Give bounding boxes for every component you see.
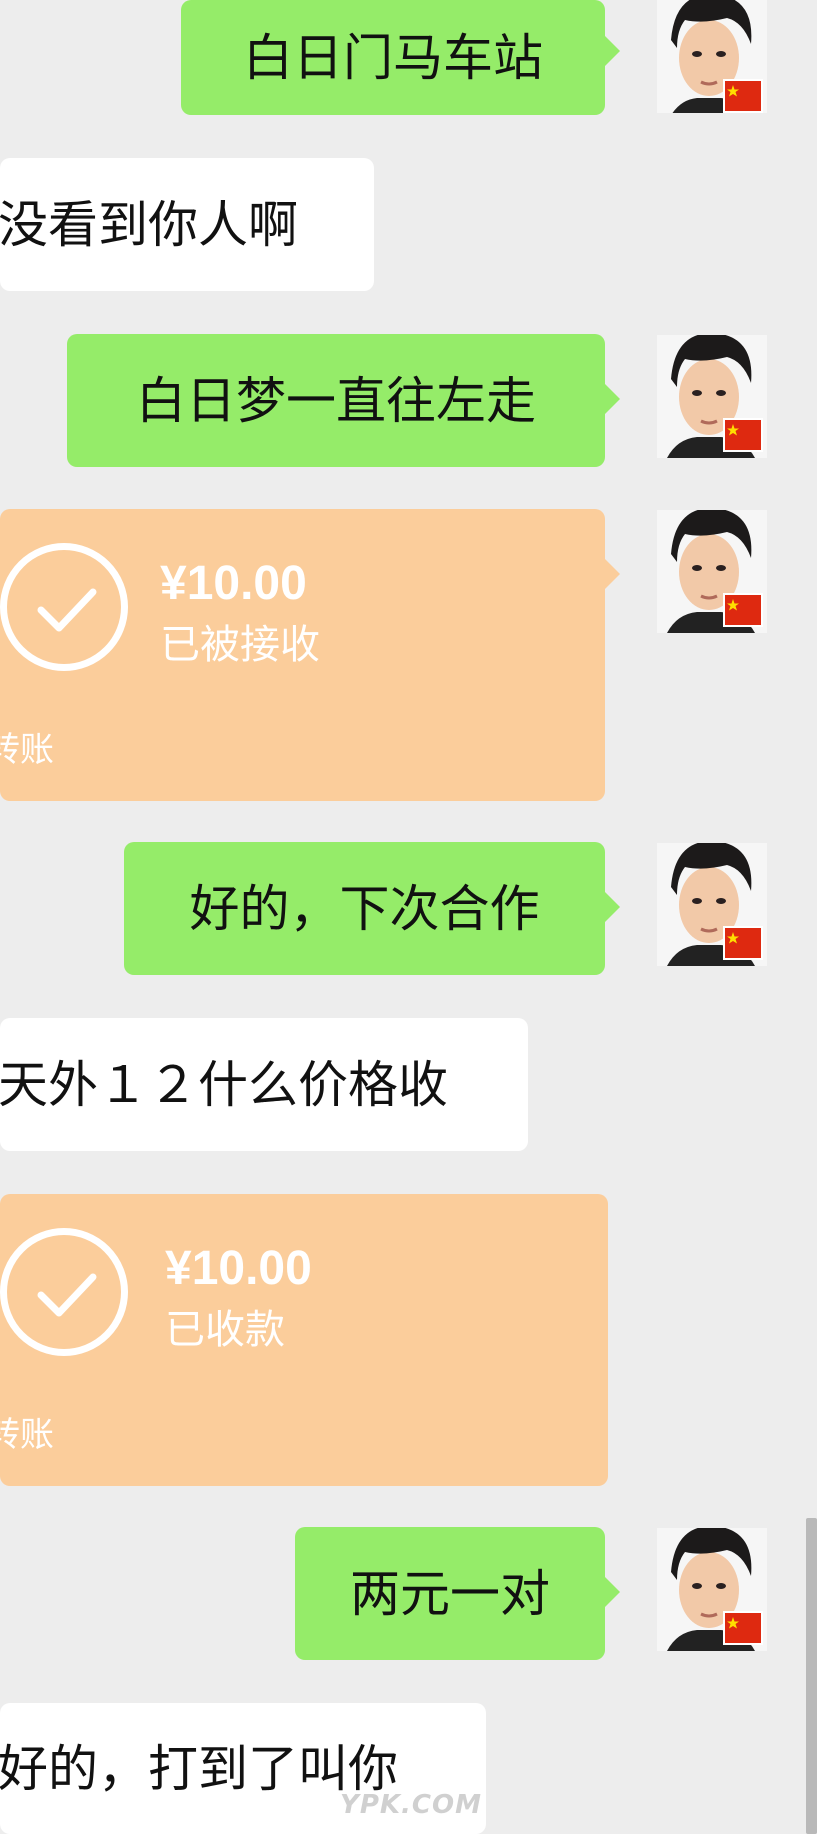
transfer-amount: ¥10.00 — [165, 1242, 312, 1295]
transfer-label: 转账 — [0, 730, 54, 770]
transfer-label: 转账 — [0, 1415, 54, 1455]
china-flag-icon — [723, 926, 763, 960]
china-flag-icon — [723, 1611, 763, 1645]
message-text: 白日门马车站 — [243, 28, 543, 87]
check-circle-icon — [0, 1228, 128, 1356]
sent-message-bubble[interactable]: 白日梦一直往左走 — [67, 334, 605, 467]
received-message-bubble[interactable]: 天外１２什么价格收 — [0, 1018, 528, 1151]
bubble-tail — [604, 891, 620, 923]
scrollbar-thumb[interactable] — [806, 1518, 817, 1834]
message-text: 两元一对 — [350, 1564, 550, 1623]
avatar[interactable] — [657, 1528, 767, 1651]
transfer-card[interactable]: ¥10.00 已收款 转账 — [0, 1194, 608, 1486]
sent-message-bubble[interactable]: 白日门马车站 — [181, 0, 605, 115]
avatar[interactable] — [657, 0, 767, 113]
bubble-tail — [604, 558, 620, 590]
sent-message-bubble[interactable]: 两元一对 — [295, 1527, 605, 1660]
transfer-status: 已收款 — [165, 1307, 285, 1353]
message-text: 好的，下次合作 — [189, 879, 540, 938]
sent-message-bubble[interactable]: 好的，下次合作 — [124, 842, 605, 975]
message-text: 白日梦一直往左走 — [136, 371, 536, 430]
avatar[interactable] — [657, 510, 767, 633]
china-flag-icon — [723, 418, 763, 452]
message-text: 天外１２什么价格收 — [0, 1055, 448, 1114]
avatar[interactable] — [657, 843, 767, 966]
watermark-logo: YPK.COM — [340, 1790, 482, 1820]
received-message-bubble[interactable]: 没看到你人啊 — [0, 158, 374, 291]
transfer-status: 已被接收 — [160, 622, 320, 668]
check-circle-icon — [0, 543, 128, 671]
avatar[interactable] — [657, 335, 767, 458]
bubble-tail — [604, 383, 620, 415]
china-flag-icon — [723, 593, 763, 627]
message-text: 好的，打到了叫你 — [0, 1739, 398, 1798]
bubble-tail — [604, 1576, 620, 1608]
china-flag-icon — [723, 79, 763, 113]
transfer-amount: ¥10.00 — [160, 557, 307, 610]
message-text: 没看到你人啊 — [0, 195, 298, 254]
bubble-tail — [604, 35, 620, 67]
transfer-card[interactable]: ¥10.00 已被接收 转账 — [0, 509, 605, 801]
